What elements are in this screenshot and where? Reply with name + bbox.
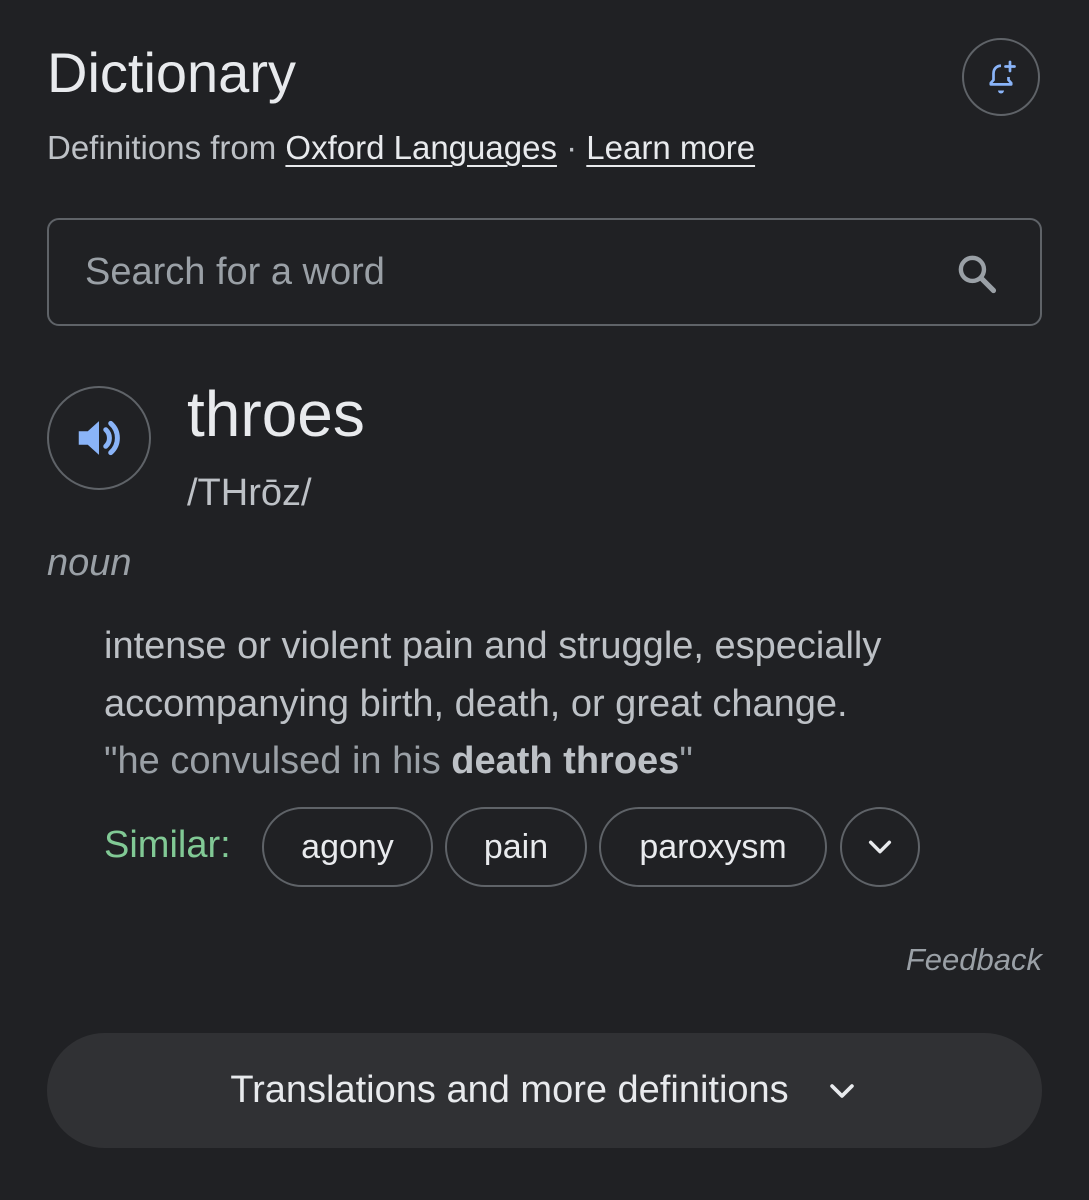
page-title: Dictionary (47, 41, 296, 104)
headword: throes (187, 378, 365, 450)
expand-similar-button[interactable] (840, 807, 920, 887)
separator: · (566, 129, 578, 166)
speaker-icon (78, 420, 120, 456)
example-bold: death throes (451, 740, 680, 782)
phonetic-spelling: /THrōz/ (187, 472, 312, 514)
similar-chip-agony[interactable]: agony (262, 807, 433, 887)
example-suffix: " (679, 740, 693, 782)
add-alert-button[interactable] (962, 38, 1040, 116)
part-of-speech: noun (47, 542, 132, 584)
example-prefix: "he convulsed in his (104, 740, 452, 782)
feedback-link[interactable]: Feedback (906, 940, 1042, 980)
search-icon[interactable] (955, 252, 999, 296)
similar-label: Similar: (104, 824, 231, 866)
similar-chip-pain[interactable]: pain (445, 807, 587, 887)
source-line: Definitions from Oxford Languages · Lear… (47, 126, 755, 170)
search-box (47, 218, 1042, 326)
pronunciation-button[interactable] (47, 386, 151, 490)
oxford-languages-link[interactable]: Oxford Languages (285, 129, 557, 166)
definition-text: intense or violent pain and struggle, es… (104, 625, 882, 725)
search-input[interactable] (85, 220, 945, 324)
chevron-down-icon (829, 1083, 854, 1098)
translations-more-definitions-button[interactable]: Translations and more definitions (47, 1033, 1042, 1148)
add-alert-bell-icon (989, 60, 1016, 94)
source-prefix: Definitions from (47, 129, 277, 166)
dictionary-card: Dictionary Definitions from Oxford Langu… (0, 0, 1089, 1200)
learn-more-link[interactable]: Learn more (586, 129, 755, 166)
chevron-down-icon (868, 840, 892, 854)
example-sentence: "he convulsed in his death throes" (104, 733, 693, 789)
more-button-label: Translations and more definitions (230, 1069, 789, 1111)
similar-chip-paroxysm[interactable]: paroxysm (599, 807, 827, 887)
